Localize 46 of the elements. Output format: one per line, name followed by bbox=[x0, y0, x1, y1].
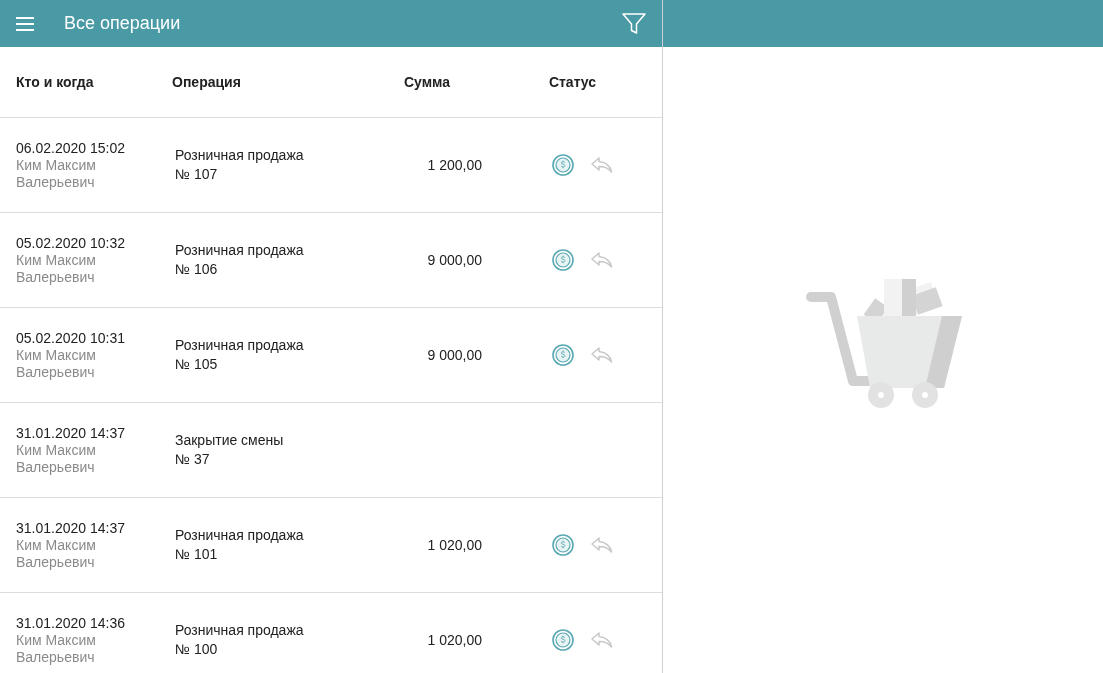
operation-type: Розничная продажа bbox=[175, 621, 305, 640]
cashier-name: Ким Максим Валерьевич bbox=[16, 536, 97, 571]
column-header: Статус bbox=[548, 72, 597, 92]
operation-type: Розничная продажа bbox=[175, 146, 305, 165]
column-header: Операция bbox=[172, 72, 242, 92]
column-header: Сумма bbox=[404, 72, 450, 92]
operation-number: № 101 bbox=[175, 545, 219, 564]
cashier-name: Ким Максим Валерьевич bbox=[16, 441, 97, 476]
operation-datetime: 06.02.2020 15:02 bbox=[16, 139, 126, 157]
operation-datetime: 31.01.2020 14:37 bbox=[16, 424, 126, 442]
operation-datetime: 31.01.2020 14:36 bbox=[16, 614, 126, 632]
cashier-name: Ким Максим Валерьевич bbox=[16, 631, 97, 666]
cashier-name: Ким Максим Валерьевич bbox=[16, 156, 97, 191]
coin-icon bbox=[552, 249, 574, 271]
coin-icon bbox=[552, 154, 574, 176]
operation-datetime: 31.01.2020 14:37 bbox=[16, 519, 126, 537]
amount: 1 020,00 bbox=[427, 535, 482, 555]
cashier-name: Ким Максим Валерьевич bbox=[16, 346, 97, 381]
amount: 1 020,00 bbox=[427, 630, 482, 650]
coin-icon bbox=[552, 629, 574, 651]
coin-icon bbox=[552, 344, 574, 366]
reply-arrow-icon[interactable] bbox=[590, 536, 614, 554]
reply-arrow-icon[interactable] bbox=[590, 156, 614, 174]
reply-arrow-icon[interactable] bbox=[590, 251, 614, 269]
operation-type: Розничная продажа bbox=[175, 526, 305, 545]
cashier-name: Ким Максим Валерьевич bbox=[16, 251, 97, 286]
reply-arrow-icon[interactable] bbox=[590, 631, 614, 649]
operation-number: № 37 bbox=[175, 450, 211, 469]
coin-icon bbox=[552, 534, 574, 556]
operation-number: № 106 bbox=[175, 260, 219, 279]
reply-arrow-icon[interactable] bbox=[590, 346, 614, 364]
menu-icon[interactable] bbox=[16, 16, 34, 31]
toolbar-title: Все операции bbox=[64, 12, 181, 35]
column-header: Кто и когда bbox=[15, 72, 95, 92]
operation-number: № 107 bbox=[175, 165, 219, 184]
filter-icon[interactable] bbox=[622, 11, 646, 36]
amount: 9 000,00 bbox=[427, 345, 482, 365]
operation-datetime: 05.02.2020 10:31 bbox=[16, 329, 126, 347]
operation-type: Закрытие смены bbox=[175, 431, 285, 450]
operation-type: Розничная продажа bbox=[175, 336, 305, 355]
operation-number: № 105 bbox=[175, 355, 219, 374]
operation-number: № 100 bbox=[175, 640, 219, 659]
amount: 1 200,00 bbox=[427, 155, 482, 175]
operation-type: Розничная продажа bbox=[175, 241, 305, 260]
operation-datetime: 05.02.2020 10:32 bbox=[16, 234, 126, 252]
amount: 9 000,00 bbox=[427, 250, 482, 270]
